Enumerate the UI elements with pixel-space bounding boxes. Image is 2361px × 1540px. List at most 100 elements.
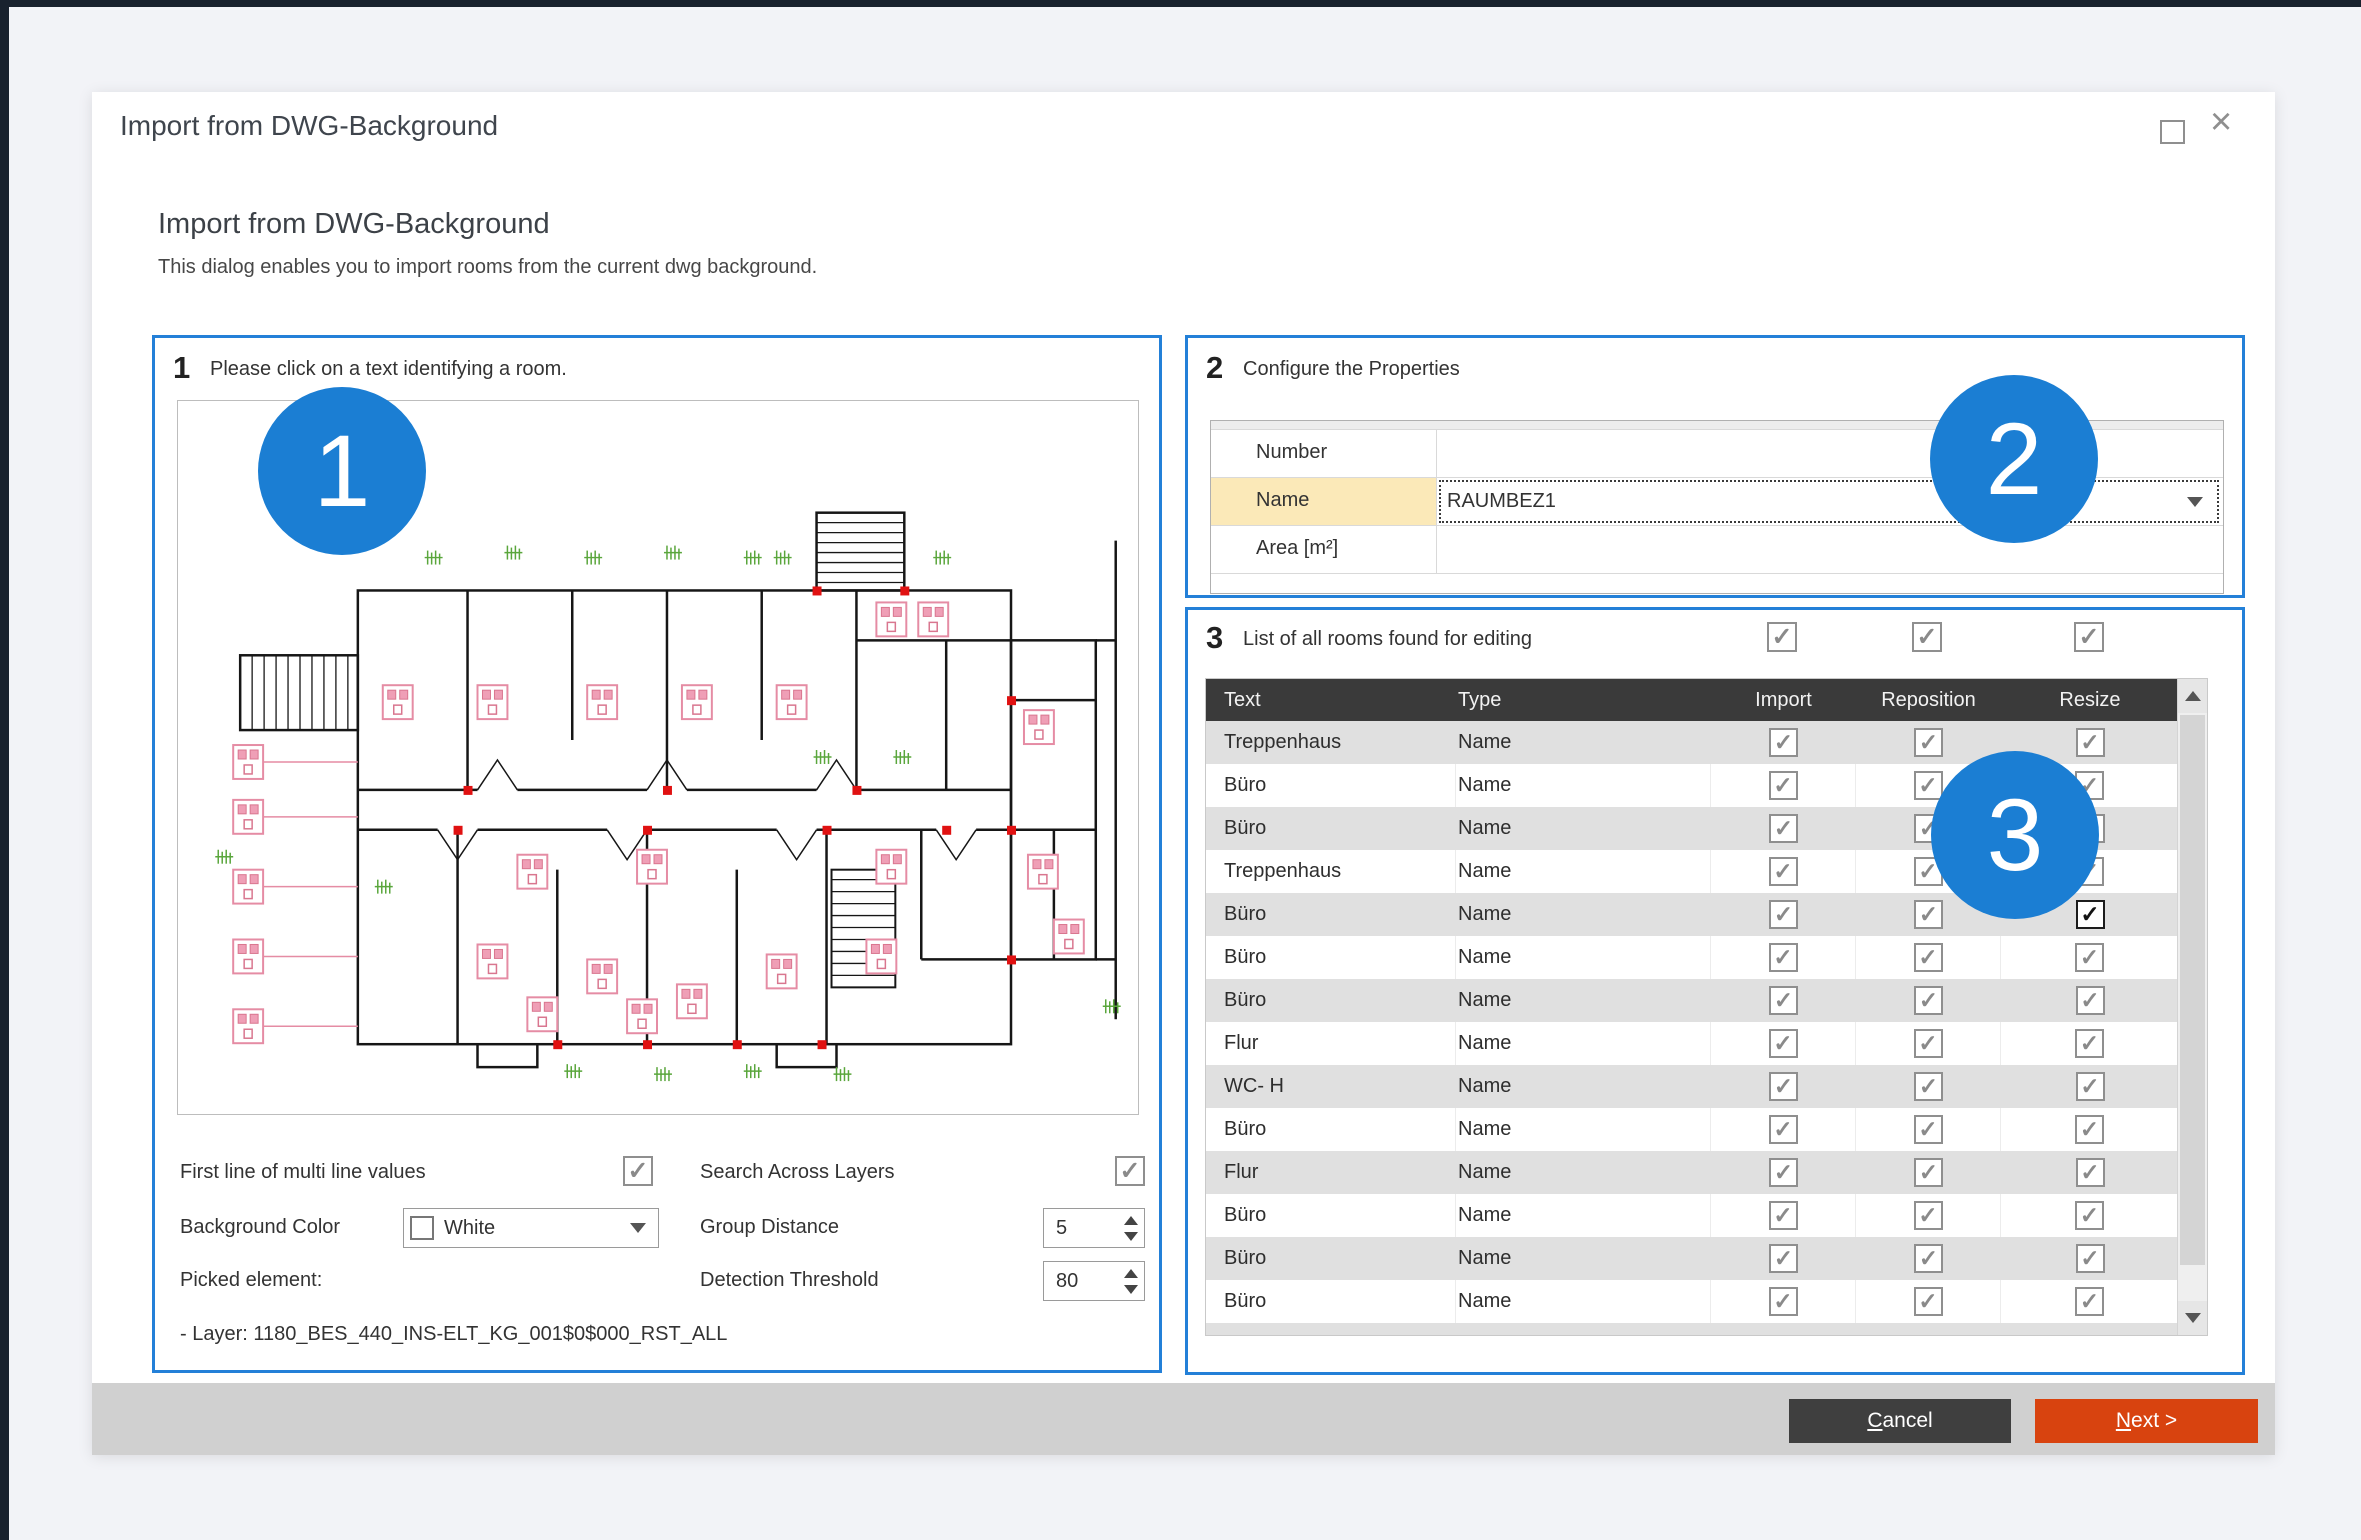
property-value-cell[interactable]: RAUMBEZ1 <box>1437 478 2223 525</box>
resize-checkbox[interactable]: ✓ <box>2076 1158 2105 1187</box>
vertical-scrollbar[interactable] <box>2177 679 2207 1335</box>
property-label: Name <box>1211 478 1437 525</box>
property-value-cell[interactable] <box>1437 526 2223 573</box>
chevron-down-icon <box>630 1223 646 1233</box>
select-all-import-checkbox[interactable]: ✓ <box>1767 622 1797 652</box>
resize-checkbox[interactable]: ✓ <box>2075 1115 2104 1144</box>
spinner-down-icon[interactable] <box>1124 1232 1138 1241</box>
room-text: Büro <box>1206 979 1456 1022</box>
resize-checkbox[interactable]: ✓ <box>2076 1072 2105 1101</box>
spinner-up-icon[interactable] <box>1124 1269 1138 1278</box>
import-checkbox[interactable]: ✓ <box>1769 1287 1798 1316</box>
resize-checkbox[interactable]: ✓ <box>2075 1287 2104 1316</box>
resize-checkbox[interactable]: ✓ <box>2075 943 2104 972</box>
outlet-symbols <box>233 602 1084 1043</box>
room-row[interactable]: Flur Name ✓ ✓ ✓ <box>1206 1151 2179 1194</box>
import-checkbox[interactable]: ✓ <box>1769 1029 1798 1058</box>
reposition-checkbox[interactable]: ✓ <box>1914 986 1943 1015</box>
next-button[interactable]: Next > <box>2035 1399 2258 1443</box>
room-row[interactable]: Büro Name ✓ ✓ ✓ <box>1206 1237 2179 1280</box>
maximize-icon[interactable] <box>2160 120 2185 144</box>
room-text: Treppenhaus <box>1206 721 1456 764</box>
room-text: WC- H <box>1206 1065 1456 1108</box>
group-distance-label: Group Distance <box>700 1216 839 1239</box>
import-checkbox[interactable]: ✓ <box>1769 900 1798 929</box>
room-row[interactable]: Büro Name ✓ ✓ ✓ <box>1206 979 2179 1022</box>
room-text: Büro <box>1206 1237 1456 1280</box>
import-checkbox[interactable]: ✓ <box>1769 728 1798 757</box>
search-across-checkbox[interactable]: ✓ <box>1115 1156 1145 1186</box>
resize-checkbox[interactable]: ✓ <box>2076 986 2105 1015</box>
column-header-resize[interactable]: Resize <box>2001 689 2179 712</box>
resize-checkbox[interactable]: ✓ <box>2076 1244 2105 1273</box>
group-distance-spinner[interactable]: 5 <box>1043 1208 1145 1248</box>
detection-threshold-spinner[interactable]: 80 <box>1043 1261 1145 1301</box>
room-text: Büro <box>1206 1280 1456 1323</box>
resize-checkbox[interactable]: ✓ <box>2076 728 2105 757</box>
reposition-checkbox[interactable]: ✓ <box>1914 1072 1943 1101</box>
reposition-checkbox[interactable]: ✓ <box>1914 1115 1943 1144</box>
scrollbar-thumb[interactable] <box>2180 715 2205 1265</box>
scroll-down-icon[interactable] <box>2178 1301 2207 1335</box>
room-text: Büro <box>1206 893 1456 936</box>
chevron-down-icon[interactable] <box>2187 497 2203 507</box>
room-text: Büro <box>1206 1108 1456 1151</box>
room-row[interactable]: Büro Name ✓ ✓ ✓ <box>1206 1280 2179 1323</box>
import-checkbox[interactable]: ✓ <box>1769 986 1798 1015</box>
first-line-checkbox[interactable]: ✓ <box>623 1156 653 1186</box>
room-text: Büro <box>1206 764 1456 807</box>
reposition-checkbox[interactable]: ✓ <box>1914 900 1943 929</box>
select-all-reposition-checkbox[interactable]: ✓ <box>1912 622 1942 652</box>
room-row[interactable]: Flur Name ✓ ✓ ✓ <box>1206 1022 2179 1065</box>
room-row[interactable]: Büro Name ✓ ✓ ✓ <box>1206 936 2179 979</box>
reposition-checkbox[interactable]: ✓ <box>1914 1287 1943 1316</box>
step3-badge: 3 <box>1931 751 2099 919</box>
step1-badge: 1 <box>258 387 426 555</box>
property-value-cell[interactable] <box>1437 430 2223 477</box>
screen: Import from DWG-Background × Import from… <box>0 0 2361 1540</box>
property-row[interactable]: Area [m²] <box>1211 526 2223 574</box>
close-icon[interactable]: × <box>2210 100 2232 144</box>
spinner-down-icon[interactable] <box>1124 1285 1138 1294</box>
room-row[interactable]: Büro Name ✓ ✓ ✓ <box>1206 1194 2179 1237</box>
reposition-checkbox[interactable]: ✓ <box>1914 1244 1943 1273</box>
room-type: Name <box>1456 1065 1711 1108</box>
room-row[interactable]: Büro Name ✓ ✓ ✓ <box>1206 1108 2179 1151</box>
import-checkbox[interactable]: ✓ <box>1769 1072 1798 1101</box>
room-row[interactable]: WC- H Name ✓ ✓ ✓ <box>1206 1065 2179 1108</box>
resize-checkbox[interactable]: ✓ <box>2076 900 2105 929</box>
room-text: Flur <box>1206 1022 1456 1065</box>
cancel-button[interactable]: Cancel <box>1789 1399 2011 1443</box>
reposition-checkbox[interactable]: ✓ <box>1914 771 1943 800</box>
reposition-checkbox[interactable]: ✓ <box>1914 943 1943 972</box>
column-header-reposition[interactable]: Reposition <box>1856 689 2001 712</box>
reposition-checkbox[interactable]: ✓ <box>1914 1029 1943 1058</box>
select-all-resize-checkbox[interactable]: ✓ <box>2074 622 2104 652</box>
group-distance-value: 5 <box>1044 1209 1118 1247</box>
detection-threshold-label: Detection Threshold <box>700 1269 879 1292</box>
room-type: Name <box>1456 1194 1711 1237</box>
import-checkbox[interactable]: ✓ <box>1769 1158 1798 1187</box>
room-text: Flur <box>1206 1151 1456 1194</box>
background-color-dropdown[interactable]: White <box>403 1208 659 1248</box>
import-checkbox[interactable]: ✓ <box>1769 814 1798 843</box>
reposition-checkbox[interactable]: ✓ <box>1914 1201 1943 1230</box>
reposition-checkbox[interactable]: ✓ <box>1914 1158 1943 1187</box>
import-checkbox[interactable]: ✓ <box>1769 857 1798 886</box>
scroll-up-icon[interactable] <box>2178 679 2207 713</box>
spinner-up-icon[interactable] <box>1124 1216 1138 1225</box>
import-checkbox[interactable]: ✓ <box>1769 1244 1798 1273</box>
outer-frame-top <box>0 0 2361 7</box>
room-type: Name <box>1456 1280 1711 1323</box>
resize-checkbox[interactable]: ✓ <box>2075 1029 2104 1058</box>
resize-checkbox[interactable]: ✓ <box>2075 1201 2104 1230</box>
column-header-import[interactable]: Import <box>1711 689 1856 712</box>
import-checkbox[interactable]: ✓ <box>1769 1201 1798 1230</box>
reposition-checkbox[interactable]: ✓ <box>1914 728 1943 757</box>
import-checkbox[interactable]: ✓ <box>1769 1115 1798 1144</box>
background-color-label: Background Color <box>180 1216 340 1239</box>
column-header-text[interactable]: Text <box>1206 689 1456 712</box>
import-checkbox[interactable]: ✓ <box>1769 943 1798 972</box>
import-checkbox[interactable]: ✓ <box>1769 771 1798 800</box>
column-header-type[interactable]: Type <box>1456 689 1711 712</box>
